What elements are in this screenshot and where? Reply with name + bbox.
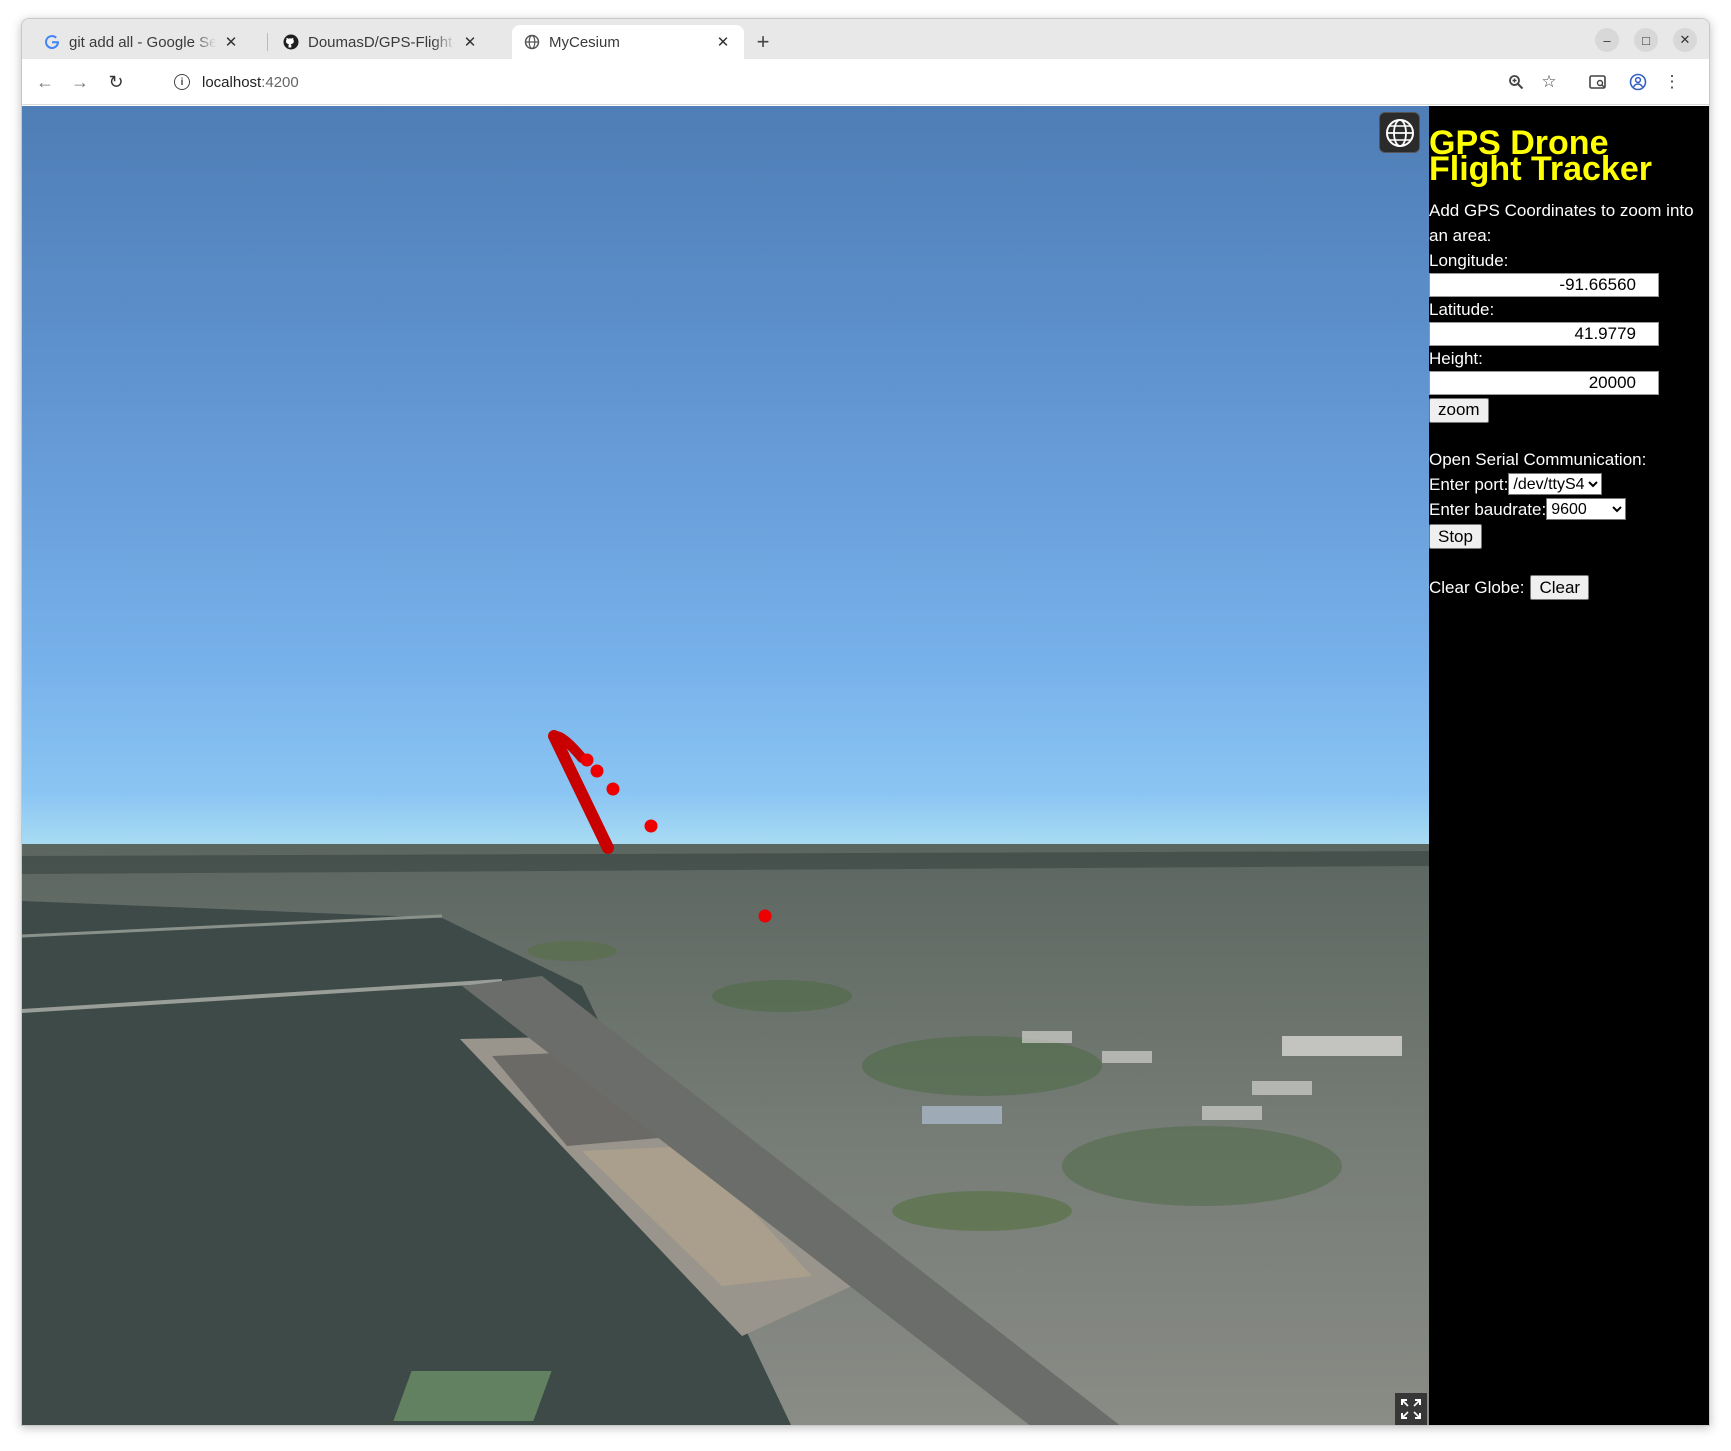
bookmark-star-icon[interactable]: ☆ xyxy=(1538,71,1560,93)
baud-row: Enter baudrate: 9600 xyxy=(1429,497,1709,522)
menu-kebab-icon[interactable]: ⋮ xyxy=(1661,71,1683,93)
tab-github[interactable]: DoumasD/GPS-Flight-Tracker ✕ xyxy=(271,25,491,59)
forward-arrow-icon[interactable]: → xyxy=(68,70,92,94)
close-icon[interactable]: ✕ xyxy=(461,33,479,51)
clear-button[interactable]: Clear xyxy=(1530,575,1590,600)
height-input[interactable] xyxy=(1429,371,1659,395)
browser-window: git add all - Google Search ✕ DoumasD/GP… xyxy=(21,18,1710,1426)
gps-point xyxy=(644,819,658,833)
tab-google-search[interactable]: git add all - Google Search ✕ xyxy=(32,25,252,59)
globe-icon xyxy=(1385,118,1414,147)
stop-button[interactable]: Stop xyxy=(1429,524,1482,549)
base-layer-picker-button[interactable] xyxy=(1379,112,1420,153)
globe-icon xyxy=(524,34,540,50)
intro-text: Add GPS Coordinates to zoom into an area… xyxy=(1429,201,1694,245)
back-arrow-icon[interactable]: ← xyxy=(33,70,57,94)
github-icon xyxy=(283,34,299,50)
page-title: GPS Drone Flight Tracker xyxy=(1429,126,1709,188)
site-info-icon[interactable]: i xyxy=(174,74,190,90)
google-icon xyxy=(44,34,60,50)
url-port: :4200 xyxy=(261,73,299,91)
maximize-button[interactable]: □ xyxy=(1634,28,1658,52)
new-tab-button[interactable]: + xyxy=(750,29,776,55)
fullscreen-icon xyxy=(1401,1399,1421,1419)
port-row: Enter port: /dev/ttyS4 xyxy=(1429,472,1709,497)
port-select[interactable]: /dev/ttyS4 xyxy=(1508,473,1603,495)
cesium-globe-view[interactable] xyxy=(22,106,1429,1425)
tab-title: git add all - Google Search xyxy=(69,33,216,51)
zoom-icon[interactable] xyxy=(1505,71,1527,93)
longitude-input[interactable] xyxy=(1429,273,1659,297)
latitude-input[interactable] xyxy=(1429,322,1659,346)
tab-title: DoumasD/GPS-Flight-Tracker xyxy=(308,33,455,51)
baud-label: Enter baudrate: xyxy=(1429,499,1547,519)
address-bar[interactable]: i localhost:4200 xyxy=(144,65,1636,99)
terrain-layer xyxy=(22,730,1429,1425)
title-line-2: Flight Tracker xyxy=(1429,150,1652,188)
serial-label: Open Serial Communication: xyxy=(1429,449,1647,469)
control-panel: GPS Drone Flight Tracker Add GPS Coordin… xyxy=(1429,106,1709,1425)
url-host: localhost xyxy=(202,73,262,91)
tab-divider xyxy=(267,33,268,51)
tab-strip: git add all - Google Search ✕ DoumasD/GP… xyxy=(22,19,1709,59)
page-viewport: GPS Drone Flight Tracker Add GPS Coordin… xyxy=(22,106,1709,1425)
height-label: Height: xyxy=(1429,349,1483,368)
zoom-button[interactable]: zoom xyxy=(1429,397,1489,423)
gps-point xyxy=(590,764,604,778)
baud-select[interactable]: 9600 xyxy=(1546,498,1627,520)
port-label: Enter port: xyxy=(1429,474,1509,494)
latitude-label: Latitude: xyxy=(1429,300,1495,319)
tab-mycesium[interactable]: MyCesium ✕ xyxy=(512,25,744,59)
minimize-button[interactable]: – xyxy=(1595,28,1619,52)
tab-title: MyCesium xyxy=(549,33,620,51)
fullscreen-button[interactable] xyxy=(1395,1393,1427,1425)
close-icon[interactable]: ✕ xyxy=(222,33,240,51)
clear-row: Clear Globe: Clear xyxy=(1429,575,1709,600)
longitude-label: Longitude: xyxy=(1429,251,1509,270)
clear-label: Clear Globe: xyxy=(1429,578,1525,597)
close-window-button[interactable]: ✕ xyxy=(1673,28,1697,52)
reload-icon[interactable]: ↻ xyxy=(104,70,128,94)
gps-point xyxy=(758,909,772,923)
browser-toolbar: ← → ↻ i localhost:4200 ☆ ⋮ xyxy=(22,59,1709,105)
gps-point xyxy=(606,782,620,796)
profile-icon[interactable] xyxy=(1627,71,1649,93)
tab-search-icon[interactable] xyxy=(1587,71,1609,93)
close-icon[interactable]: ✕ xyxy=(714,33,732,51)
gps-point xyxy=(580,753,594,767)
